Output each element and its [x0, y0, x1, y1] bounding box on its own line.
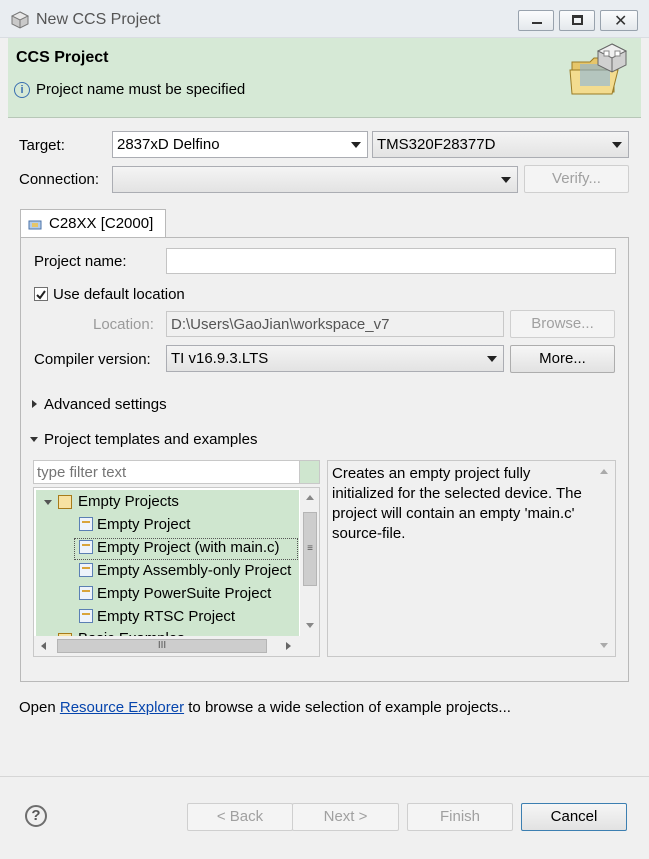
- project-icon: [79, 586, 93, 600]
- use-default-location-checkbox[interactable]: [34, 287, 48, 301]
- expand-arrow-icon[interactable]: [32, 400, 37, 408]
- target-device-select[interactable]: TMS320F28377D: [372, 131, 629, 158]
- tree-item-empty-powersuite-project[interactable]: Empty PowerSuite Project: [97, 585, 271, 607]
- scroll-right-icon[interactable]: [286, 642, 291, 650]
- maximize-icon: [572, 15, 583, 25]
- browse-button[interactable]: Browse...: [510, 310, 615, 338]
- resource-explorer-hint: Open Resource Explorer to browse a wide …: [19, 699, 511, 716]
- project-icon: [79, 563, 93, 577]
- project-icon: [79, 540, 93, 554]
- tree-item-empty-assembly-project[interactable]: Empty Assembly-only Project: [97, 562, 291, 584]
- scroll-up-icon[interactable]: [600, 469, 608, 474]
- window-title: New CCS Project: [36, 11, 161, 28]
- tree-item-empty-project-main-c[interactable]: Empty Project (with main.c): [97, 539, 280, 561]
- compiler-version-label: Compiler version:: [34, 351, 151, 368]
- chevron-down-icon: [501, 177, 511, 183]
- scroll-left-icon[interactable]: [41, 642, 46, 650]
- tree-group-empty-projects[interactable]: Empty Projects: [78, 493, 179, 515]
- collapse-arrow-icon[interactable]: [30, 437, 38, 442]
- checkmark-icon: [36, 290, 46, 300]
- location-input[interactable]: D:\Users\GaoJian\workspace_v7: [166, 311, 504, 337]
- project-name-input[interactable]: [166, 248, 616, 274]
- status-message: Project name must be specified: [36, 81, 246, 98]
- project-icon: [79, 517, 93, 531]
- target-family-value: 2837xD Delfino: [117, 136, 220, 153]
- target-label: Target:: [19, 137, 65, 154]
- cancel-button[interactable]: Cancel: [521, 803, 627, 831]
- chevron-down-icon: [487, 356, 497, 362]
- compiler-version-value: TI v16.9.3.LTS: [171, 350, 269, 367]
- more-button[interactable]: More...: [510, 345, 615, 373]
- connection-select[interactable]: [112, 166, 518, 193]
- folder-wizard-icon: [568, 42, 630, 98]
- tree-vscroll-thumb[interactable]: ≡: [303, 512, 317, 586]
- template-description: Creates an empty project fully initializ…: [332, 465, 582, 542]
- resource-explorer-link[interactable]: Resource Explorer: [60, 699, 184, 716]
- minimize-icon: [532, 22, 542, 24]
- tree-horizontal-scrollbar[interactable]: III: [34, 636, 300, 656]
- tab-label: C28XX [C2000]: [49, 215, 154, 232]
- close-button[interactable]: ✕: [600, 10, 638, 31]
- separator: [0, 776, 649, 777]
- target-family-select[interactable]: 2837xD Delfino: [112, 131, 368, 158]
- location-value: D:\Users\GaoJian\workspace_v7: [171, 316, 390, 333]
- page-title: CCS Project: [16, 49, 109, 66]
- finish-button[interactable]: Finish: [407, 803, 513, 831]
- chevron-down-icon: [351, 142, 361, 148]
- maximize-button[interactable]: [559, 10, 595, 31]
- minimize-button[interactable]: [518, 10, 554, 31]
- tree-vertical-scrollbar[interactable]: ≡: [300, 488, 319, 636]
- connection-label: Connection:: [19, 171, 100, 188]
- collapse-arrow-icon[interactable]: [44, 500, 52, 505]
- hint-prefix: Open: [19, 699, 60, 716]
- tree-item-empty-rtsc-project[interactable]: Empty RTSC Project: [97, 608, 235, 630]
- project-icon: [79, 609, 93, 623]
- compiler-version-select[interactable]: TI v16.9.3.LTS: [166, 345, 504, 372]
- use-default-location-label: Use default location: [53, 286, 185, 303]
- tab-c28xx[interactable]: C28XX [C2000]: [20, 209, 166, 239]
- verify-button[interactable]: Verify...: [524, 165, 629, 193]
- tree-hscroll-thumb[interactable]: III: [57, 639, 267, 653]
- back-button[interactable]: < Back: [187, 803, 293, 831]
- info-icon: i: [14, 82, 30, 98]
- chevron-down-icon: [612, 142, 622, 148]
- target-device-value: TMS320F28377D: [377, 136, 496, 153]
- folder-icon: [58, 495, 72, 509]
- close-icon: ✕: [614, 13, 628, 30]
- location-label: Location:: [93, 316, 154, 333]
- filter-input[interactable]: [33, 460, 300, 484]
- project-name-label: Project name:: [34, 253, 127, 270]
- tree-item-empty-project[interactable]: Empty Project: [97, 516, 190, 538]
- help-button[interactable]: ?: [25, 805, 47, 827]
- project-templates-toggle[interactable]: Project templates and examples: [44, 431, 257, 448]
- scroll-up-icon[interactable]: [306, 495, 314, 500]
- scroll-down-icon[interactable]: [306, 623, 314, 628]
- filter-status-box: [300, 460, 320, 484]
- scrollbar-corner: [300, 636, 319, 656]
- hint-suffix: to browse a wide selection of example pr…: [184, 699, 511, 716]
- scroll-down-icon[interactable]: [600, 643, 608, 648]
- next-button[interactable]: Next >: [292, 803, 399, 831]
- chip-icon: [28, 218, 42, 230]
- advanced-settings-toggle[interactable]: Advanced settings: [44, 396, 167, 413]
- template-description-pane: Creates an empty project fully initializ…: [327, 460, 616, 657]
- template-tree[interactable]: Empty Projects Empty Project Empty Proje…: [33, 487, 320, 657]
- app-icon: [10, 11, 30, 29]
